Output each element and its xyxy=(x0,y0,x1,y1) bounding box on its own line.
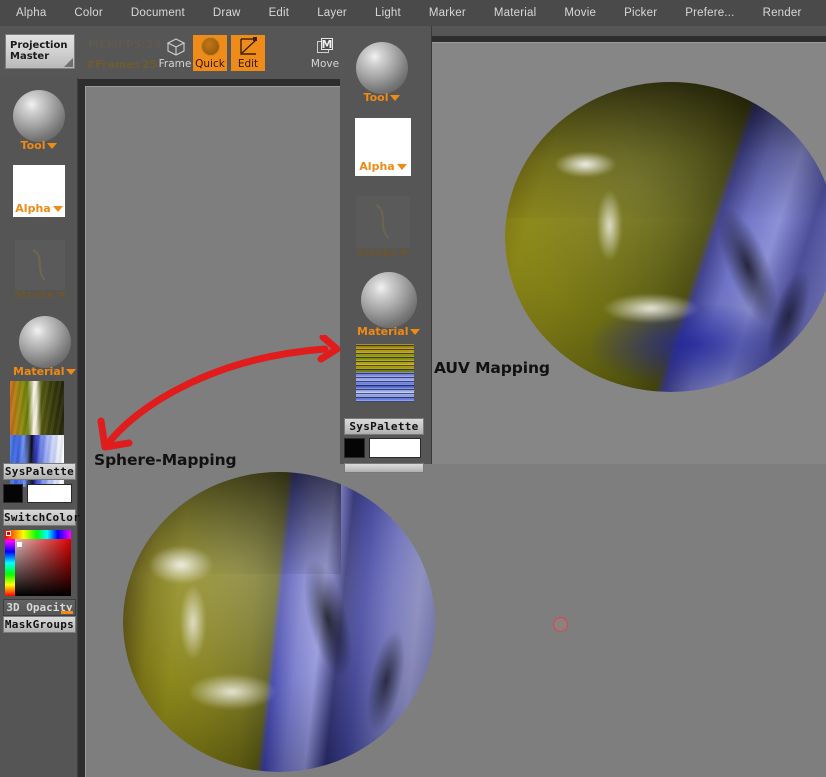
alpha-label: Alpha xyxy=(15,202,50,215)
tool-label: Tool xyxy=(21,139,46,152)
inner-texture-thumbnail[interactable] xyxy=(356,344,414,402)
material-label: Material xyxy=(13,365,64,378)
secondary-color-swatch[interactable] xyxy=(3,484,23,503)
inner-palette-texture-slot[interactable]: Texture xyxy=(356,344,415,399)
projection-master-label-line2: Master xyxy=(10,51,70,62)
menu-item-picker[interactable]: Picker xyxy=(624,7,657,19)
inner-palette-tool-slot[interactable]: Tool xyxy=(356,42,408,104)
menu-item-movie[interactable]: Movie xyxy=(564,7,596,19)
quick-icon xyxy=(201,35,220,58)
chevron-down-icon xyxy=(399,250,409,256)
edit-button-label: Edit xyxy=(238,58,258,71)
opacity-slider-indicator[interactable] xyxy=(61,611,73,614)
tool-thumbnail[interactable] xyxy=(13,90,65,142)
move-button[interactable]: M Move xyxy=(308,35,342,71)
cube-icon xyxy=(166,35,185,58)
menu-item-color[interactable]: Color xyxy=(74,7,102,19)
palette-alpha-slot[interactable]: Alpha xyxy=(13,165,65,215)
chevron-down-icon xyxy=(390,95,400,101)
chevron-down-icon xyxy=(53,206,63,212)
menu-item-edit[interactable]: Edit xyxy=(269,7,290,19)
quick-button-label: Quick xyxy=(195,58,225,71)
projection-master-button[interactable]: Projection Master xyxy=(5,34,75,69)
menu-item-light[interactable]: Light xyxy=(375,7,401,19)
inner-alpha-label: Alpha xyxy=(359,160,394,173)
inner-left-palette: Tool Alpha Stroke Material Textu xyxy=(340,26,432,464)
ghost-frames-label: #Frames xyxy=(86,58,140,71)
menu-item-preferences[interactable]: Prefere... xyxy=(685,7,734,19)
auv-mapped-sphere[interactable] xyxy=(505,82,826,392)
palette-material-slot[interactable]: Material xyxy=(13,316,76,378)
frame-button[interactable]: Frame xyxy=(158,35,192,71)
chevron-down-icon xyxy=(66,369,76,375)
move-icon: M xyxy=(317,35,334,58)
syspalette-button[interactable]: SysPalette xyxy=(3,463,76,480)
color-picker-field[interactable] xyxy=(5,530,71,596)
inner-primary-color-swatch[interactable] xyxy=(369,438,421,458)
color-picker[interactable] xyxy=(5,530,71,596)
sphere-mapping-annotation-label: Sphere-Mapping xyxy=(94,451,237,469)
inner-color-swatch-row xyxy=(344,438,421,458)
palette-tool-slot[interactable]: Tool xyxy=(13,90,65,152)
sv-marker[interactable] xyxy=(17,542,22,547)
chevron-down-icon xyxy=(410,329,420,335)
projection-master-label-line1: Projection xyxy=(10,40,70,51)
brush-cursor-icon xyxy=(553,617,568,632)
stroke-thumbnail[interactable] xyxy=(15,240,65,290)
material-label-group[interactable]: Material xyxy=(13,365,76,378)
inner-syspalette-button[interactable]: SysPalette xyxy=(344,418,424,435)
auv-mapping-annotation-label: AUV Mapping xyxy=(434,359,550,377)
menu-item-render[interactable]: Render xyxy=(763,7,802,19)
ghost-mem-label: MEM xyxy=(88,38,117,51)
inner-material-thumbnail[interactable] xyxy=(361,272,417,328)
inner-secondary-color-swatch[interactable] xyxy=(344,438,365,458)
ghost-frames-value: 25 xyxy=(142,58,157,71)
chevron-down-icon xyxy=(47,143,57,149)
sphere-mapped-sphere[interactable] xyxy=(123,472,435,772)
alpha-label-group[interactable]: Alpha xyxy=(15,202,62,215)
resize-corner-icon xyxy=(64,58,73,67)
hue-bar-horizontal[interactable] xyxy=(5,530,71,539)
inner-palette-stroke-slot[interactable]: Stroke xyxy=(356,196,410,259)
frame-button-label: Frame xyxy=(159,58,192,71)
inner-alpha-label-group[interactable]: Alpha xyxy=(359,160,406,173)
chevron-down-icon xyxy=(57,292,67,298)
inner-palette-material-slot[interactable]: Material xyxy=(357,272,420,338)
inner-switchcolor-button[interactable] xyxy=(344,463,424,473)
palette-stroke-slot[interactable]: Stroke xyxy=(14,240,67,301)
menu-item-marker[interactable]: Marker xyxy=(429,7,466,19)
edit-icon xyxy=(239,35,258,58)
menu-bar: Alpha Color Document Draw Edit Layer Lig… xyxy=(0,0,826,26)
inner-tool-label: Tool xyxy=(364,91,389,104)
inner-tool-label-group[interactable]: Tool xyxy=(364,91,401,104)
move-button-label: Move xyxy=(311,58,339,71)
menu-item-alpha[interactable]: Alpha xyxy=(16,7,46,19)
hue-marker[interactable] xyxy=(6,531,11,536)
menu-item-material[interactable]: Material xyxy=(494,7,537,19)
hue-bar-vertical[interactable] xyxy=(5,530,15,596)
inner-material-label: Material xyxy=(357,325,408,338)
primary-color-swatch[interactable] xyxy=(27,484,72,503)
ghost-fps-label: FPS:24 xyxy=(118,38,161,51)
inner-palette-alpha-slot[interactable]: Alpha xyxy=(355,118,411,173)
menu-item-document[interactable]: Document xyxy=(131,7,185,19)
tool-label-group[interactable]: Tool xyxy=(21,139,58,152)
texture-thumbnail-top[interactable] xyxy=(10,381,64,435)
quick-button[interactable]: Quick xyxy=(193,35,227,71)
left-palette: Tool Alpha Stroke Material xyxy=(0,78,78,777)
move-key-label: M xyxy=(321,38,333,50)
menu-item-draw[interactable]: Draw xyxy=(213,7,241,19)
edit-button[interactable]: Edit xyxy=(231,35,265,71)
chevron-down-icon xyxy=(397,164,407,170)
maskgroups-button[interactable]: MaskGroups xyxy=(3,616,76,633)
material-thumbnail[interactable] xyxy=(19,316,71,368)
menu-item-layer[interactable]: Layer xyxy=(317,7,347,19)
color-swatch-row xyxy=(3,484,72,503)
inner-stroke-thumbnail[interactable] xyxy=(356,196,410,248)
inner-tool-thumbnail[interactable] xyxy=(356,42,408,94)
3d-opacity-button[interactable]: 3D Opacity xyxy=(3,599,76,616)
inner-material-label-group[interactable]: Material xyxy=(357,325,420,338)
